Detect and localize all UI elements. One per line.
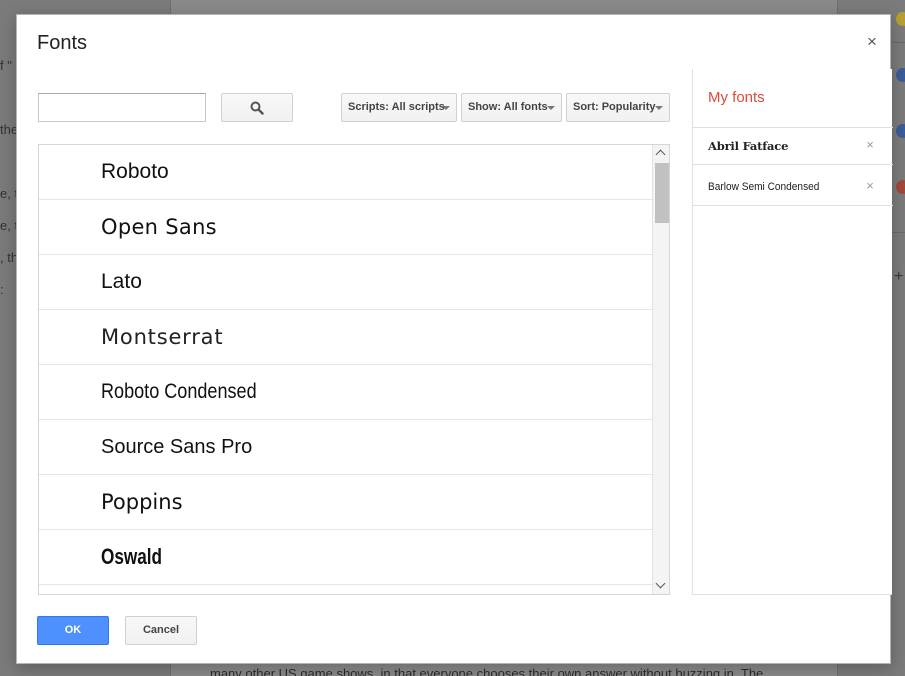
cancel-button[interactable]: Cancel xyxy=(125,616,197,645)
maps-icon xyxy=(896,180,905,194)
divider xyxy=(892,42,905,43)
my-font-name: Abril Fatface xyxy=(708,139,789,153)
font-name: Oswald xyxy=(101,544,163,569)
font-name: Roboto xyxy=(101,160,169,183)
font-name: Montserrat xyxy=(101,325,224,349)
dialog-title: Fonts xyxy=(37,32,88,54)
remove-font-icon[interactable]: × xyxy=(863,138,877,152)
search-icon xyxy=(250,101,264,115)
fonts-dialog: Fonts × Scripts: All scripts Show: All f… xyxy=(16,14,893,664)
chevron-down-icon xyxy=(547,106,555,110)
my-fonts-title: My fonts xyxy=(708,89,765,106)
fragment-text: : xyxy=(0,282,4,297)
font-search-input[interactable] xyxy=(38,93,206,122)
chevron-down-icon xyxy=(655,578,666,589)
tasks-icon xyxy=(896,68,905,82)
scroll-up-button[interactable] xyxy=(653,145,669,161)
document-left-fragments: f " the e, th e, t , th : xyxy=(0,0,25,676)
sort-dropdown[interactable]: Sort: Popularity xyxy=(566,93,670,122)
scroll-down-button[interactable] xyxy=(653,578,669,594)
sort-label: Sort: Popularity xyxy=(573,101,656,113)
font-list-item-source-sans-pro[interactable]: Source Sans Pro xyxy=(39,420,652,475)
divider xyxy=(892,232,905,233)
my-font-item-abril-fatface[interactable]: Abril Fatface × xyxy=(693,128,893,165)
font-list-item-partial[interactable] xyxy=(39,585,652,594)
font-list-item-poppins[interactable]: Poppins xyxy=(39,475,652,530)
font-list-item-oswald[interactable]: Oswald xyxy=(39,530,652,585)
font-list-item-open-sans[interactable]: Open Sans xyxy=(39,200,652,255)
font-list-item-roboto[interactable]: Roboto xyxy=(39,145,652,200)
font-list-scrollbar[interactable] xyxy=(652,145,669,594)
keep-icon xyxy=(896,12,905,26)
scripts-filter-label: Scripts: All scripts xyxy=(348,101,445,113)
font-name: Roboto Condensed xyxy=(101,380,257,403)
chevron-down-icon xyxy=(655,106,663,110)
show-filter-dropdown[interactable]: Show: All fonts xyxy=(461,93,562,122)
font-name: Poppins xyxy=(101,490,183,514)
font-list: Roboto Open Sans Lato Montserrat Roboto … xyxy=(38,144,670,595)
search-button[interactable] xyxy=(221,93,293,122)
scripts-filter-dropdown[interactable]: Scripts: All scripts xyxy=(341,93,457,122)
my-fonts-panel: My fonts Abril Fatface × Barlow Semi Con… xyxy=(692,69,893,595)
ok-button[interactable]: OK xyxy=(37,616,109,645)
my-font-name: Barlow Semi Condensed xyxy=(708,181,820,193)
scrollbar-thumb[interactable] xyxy=(655,163,669,223)
chevron-down-icon xyxy=(442,106,450,110)
font-name: Source Sans Pro xyxy=(101,436,253,458)
font-name: Open Sans xyxy=(101,215,217,239)
my-font-item-barlow-semi-condensed[interactable]: Barlow Semi Condensed × xyxy=(693,166,893,206)
side-panel-background: + xyxy=(892,0,905,676)
font-list-item-roboto-condensed[interactable]: Roboto Condensed xyxy=(39,365,652,420)
font-list-item-lato[interactable]: Lato xyxy=(39,255,652,310)
add-icon: + xyxy=(894,268,904,285)
remove-font-icon[interactable]: × xyxy=(863,179,877,193)
close-icon[interactable]: × xyxy=(864,33,880,51)
show-filter-label: Show: All fonts xyxy=(468,101,548,113)
font-list-item-montserrat[interactable]: Montserrat xyxy=(39,310,652,365)
document-bottom-text: many other US game shows, in that everyo… xyxy=(210,666,764,676)
font-name: Lato xyxy=(101,270,142,293)
fragment-text: f " xyxy=(0,58,12,73)
contacts-icon xyxy=(896,124,905,138)
chevron-up-icon xyxy=(655,149,666,160)
